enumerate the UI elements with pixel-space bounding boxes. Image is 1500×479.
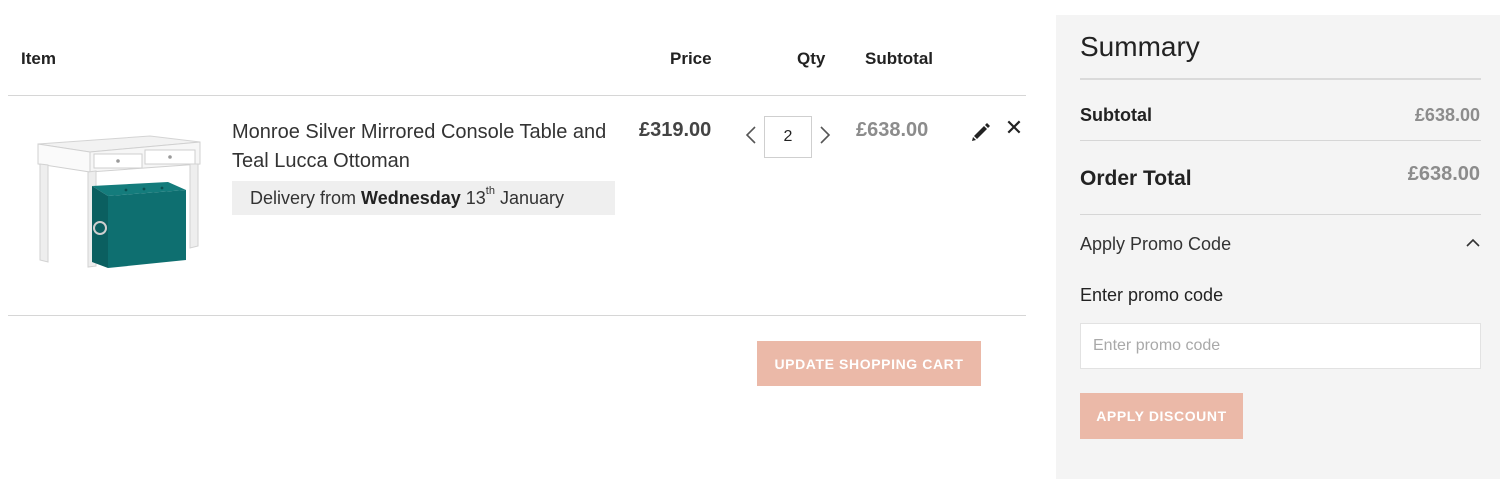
summary-title: Summary [1080, 31, 1200, 62]
delivery-info: Delivery from Wednesday 13th January [232, 181, 615, 215]
order-total-label: Order Total [1080, 167, 1192, 190]
apply-discount-button[interactable]: APPLY DISCOUNT [1080, 393, 1243, 439]
summary-subtotal-label: Subtotal [1080, 105, 1152, 125]
order-summary: Summary Subtotal £638.00 Order Total £63… [1056, 15, 1500, 479]
divider [1080, 214, 1481, 215]
delivery-prefix: Delivery from [250, 188, 357, 208]
promo-field-label: Enter promo code [1080, 285, 1224, 305]
chevron-left-icon[interactable] [744, 124, 758, 146]
column-header-subtotal: Subtotal [865, 49, 933, 68]
promo-code-input[interactable] [1080, 323, 1481, 369]
column-header-item: Item [21, 49, 56, 68]
delivery-date: 13 [465, 188, 486, 208]
item-price: £319.00 [639, 119, 712, 141]
product-name[interactable]: Monroe Silver Mirrored Console Table and… [232, 118, 632, 176]
divider [1080, 78, 1481, 80]
close-icon[interactable]: ✕ [1004, 117, 1024, 139]
update-shopping-cart-button[interactable]: UPDATE SHOPPING CART [757, 341, 981, 386]
item-subtotal: £638.00 [856, 119, 929, 141]
delivery-month: January [499, 188, 565, 208]
cart-table: Item Price Qty Subtotal Monroe Silver Mi… [8, 0, 1026, 479]
cart-table-header: Item Price Qty Subtotal [8, 0, 1026, 96]
delivery-date-suffix: th [485, 185, 495, 197]
chevron-up-icon[interactable] [1465, 235, 1481, 251]
delivery-day: Wednesday [361, 188, 461, 208]
chevron-right-icon[interactable] [818, 124, 832, 146]
column-header-price: Price [670, 49, 712, 68]
quantity-input[interactable] [764, 116, 812, 158]
product-image[interactable] [30, 124, 210, 279]
column-header-qty: Qty [797, 49, 826, 68]
divider [1080, 140, 1481, 141]
pencil-icon[interactable] [970, 121, 992, 143]
promo-toggle-label: Apply Promo Code [1080, 234, 1232, 254]
promo-code-toggle[interactable]: Apply Promo Code [1080, 231, 1481, 261]
summary-subtotal-value: £638.00 [1414, 105, 1480, 125]
order-total-value: £638.00 [1407, 163, 1480, 185]
cart-item-row: Monroe Silver Mirrored Console Table and… [8, 96, 1026, 316]
